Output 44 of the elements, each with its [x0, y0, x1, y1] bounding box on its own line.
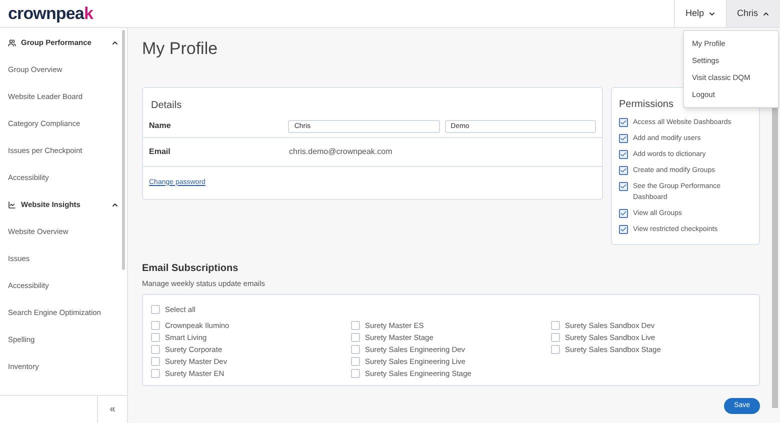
checkbox[interactable]: [619, 150, 628, 159]
checkbox[interactable]: [619, 118, 628, 127]
caret-icon: [762, 10, 770, 18]
users-icon: [8, 38, 16, 46]
check-icon: [620, 226, 627, 233]
card-title: Permissions: [619, 98, 674, 112]
check-icon: [620, 119, 627, 126]
caret-icon: [111, 200, 119, 208]
checkbox[interactable]: [551, 320, 560, 330]
checkbox[interactable]: [351, 344, 360, 354]
checkbox[interactable]: [619, 134, 628, 143]
checkbox[interactable]: [619, 182, 628, 191]
checkbox[interactable]: [151, 356, 160, 366]
logo: crownpeak: [8, 5, 93, 22]
check-icon: [620, 183, 627, 190]
section-title: Email Subscriptions: [142, 262, 238, 276]
check-icon: [620, 151, 627, 158]
checkbox[interactable]: [551, 344, 560, 354]
checkbox[interactable]: [351, 320, 360, 330]
card-title: Details: [151, 99, 182, 113]
chart-icon: [8, 200, 16, 208]
checkbox[interactable]: [551, 332, 560, 342]
checkbox[interactable]: [151, 344, 160, 354]
collapse-sidebar-button[interactable]: «: [97, 396, 127, 423]
check-icon: [620, 135, 627, 142]
checkbox[interactable]: [151, 304, 160, 314]
page-title: My Profile: [142, 40, 218, 57]
checkbox[interactable]: [351, 368, 360, 378]
caret-icon: [111, 38, 119, 46]
header-menu-button[interactable]: Chris: [726, 0, 780, 27]
field-label: Name: [149, 120, 172, 132]
checkbox[interactable]: [151, 368, 160, 378]
checkbox[interactable]: [619, 209, 628, 218]
checkbox[interactable]: [151, 320, 160, 330]
checkbox[interactable]: [351, 356, 360, 366]
check-icon: [620, 167, 627, 174]
field-label: Email: [149, 146, 172, 158]
checkbox[interactable]: [151, 332, 160, 342]
check-icon: [620, 210, 627, 217]
checkbox[interactable]: [619, 225, 628, 234]
checkbox[interactable]: [351, 332, 360, 342]
checkbox[interactable]: [619, 166, 628, 175]
caret-icon: [708, 10, 716, 18]
email-value: chris.demo@crownpeak.com: [289, 146, 392, 158]
